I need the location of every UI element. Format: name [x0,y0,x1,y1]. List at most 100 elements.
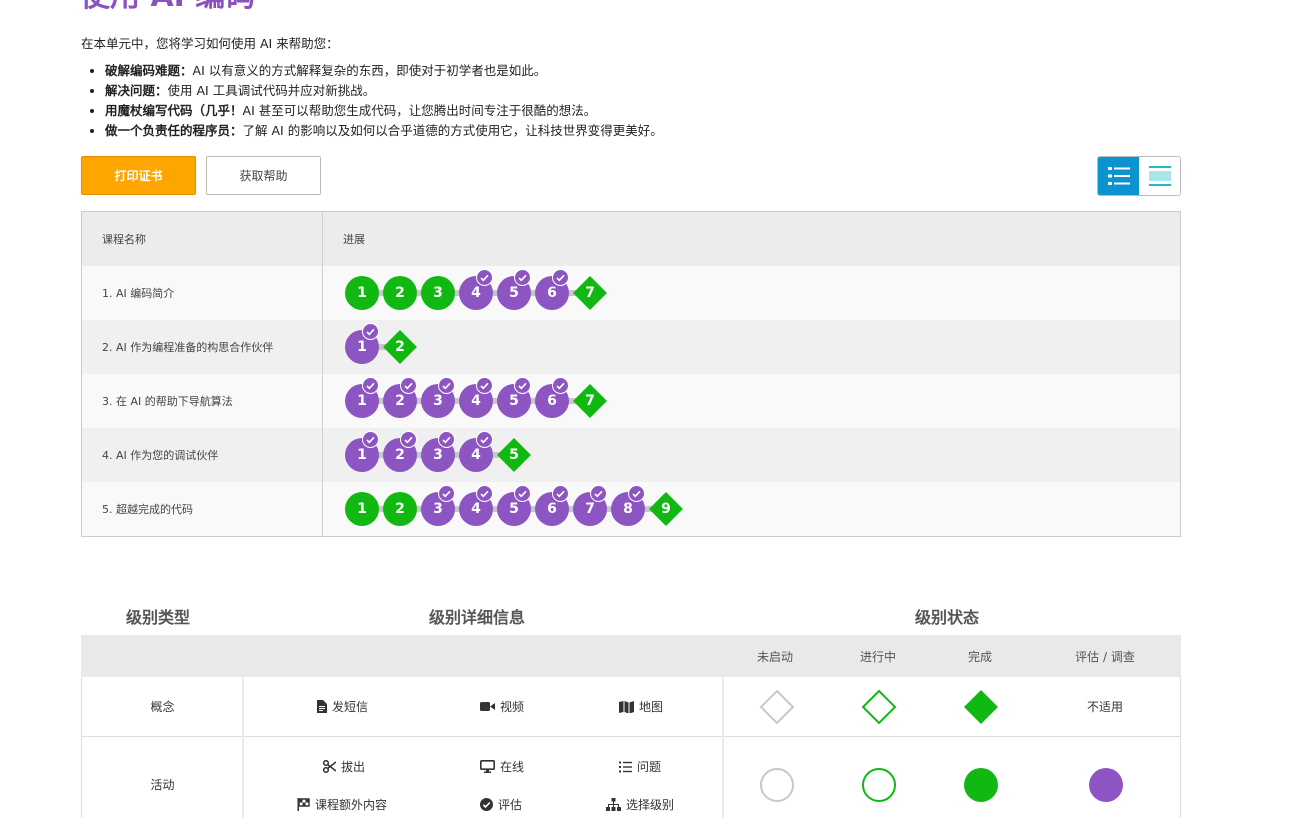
lesson-name-link[interactable]: 5. 超越完成的代码 [102,482,193,536]
level-bubbles: 1 2 3 4 5 [345,428,1145,482]
get-help-button[interactable]: 获取帮助 [206,156,321,195]
level-bubble[interactable]: 2 [383,276,417,310]
level-bubble[interactable]: 4 [459,431,493,472]
level-bubble[interactable]: 2 [383,431,417,472]
level-number: 3 [433,501,443,517]
detail-unplugged: 拔出 [323,758,365,775]
goal-item: 做一个负责任的程序员：了解 AI 的影响以及如何以合乎道德的方式使用它，让科技世… [105,121,663,141]
level-bubble[interactable]: 5 [497,269,531,310]
detail-lesson-extras: 课程额外内容 [297,796,387,813]
level-bubble[interactable]: 3 [421,431,455,472]
detail-questions: 问题 [619,758,661,775]
detail-label: 评估 [498,798,523,812]
level-bubble[interactable]: 1 [345,377,379,418]
activity-not-started-circle [760,768,794,802]
level-bubble[interactable]: 3 [421,485,455,526]
activity-in-progress-circle [862,768,896,802]
goal-title: 破解编码难题： [105,63,193,78]
checkmark-icon [438,377,455,394]
level-bubble[interactable]: 8 [611,485,645,526]
level-bubble[interactable]: 1 [345,492,379,526]
level-number: 5 [509,447,519,463]
level-number: 6 [547,501,557,517]
level-number: 6 [547,285,557,301]
level-number: 8 [623,501,633,517]
checkmark-icon [590,485,607,502]
detail-label: 课程额外内容 [315,798,388,812]
lesson-name-link[interactable]: 1. AI 编码简介 [102,266,174,320]
level-bubble[interactable]: 2 [383,492,417,526]
checkmark-icon [400,377,417,394]
level-number: 5 [509,285,519,301]
list-view-button[interactable] [1098,157,1139,195]
level-number: 2 [395,339,405,355]
level-number: 4 [471,393,481,409]
checkmark-icon [438,485,455,502]
detail-assessment: 评估 [480,796,522,813]
level-number: 2 [395,501,405,517]
level-bubble[interactable]: 2 [383,377,417,418]
level-number: 5 [509,501,519,517]
goal-text: 了解 AI 的影响以及如何以合乎道德的方式使用它，让科技世界变得更美好。 [242,123,663,138]
level-bubble[interactable]: 6 [535,377,569,418]
concept-assessment-na: 不适用 [1087,700,1124,714]
print-certificate-button[interactable]: 打印证书 [81,156,196,195]
level-bubble[interactable]: 5 [497,377,531,418]
detail-label: 地图 [639,700,664,714]
level-bubble[interactable]: 3 [421,276,455,310]
level-type-label: 概念 [150,700,175,714]
lesson-name-link[interactable]: 3. 在 AI 的帮助下导航算法 [102,374,233,428]
goal-item: 破解编码难题：AI 以有意义的方式解释复杂的东西，即使对于初学者也是如此。 [105,61,663,81]
sitemap-icon [606,798,621,811]
legend-divider [722,677,724,818]
goal-text: AI 甚至可以帮助您生成代码，让您腾出时间专注于很酷的想法。 [242,103,597,118]
status-assessment-header: 评估 / 调查 [1075,649,1135,664]
checkmark-icon [362,431,379,448]
level-bubble[interactable]: 3 [421,377,455,418]
lesson-name-link[interactable]: 4. AI 作为您的调试伙伴 [102,428,218,482]
level-number: 1 [357,447,367,463]
level-number: 2 [395,393,405,409]
level-bubbles: 1 2 3 4 5 6 7 8 9 [345,482,1145,536]
lesson-name-link[interactable]: 2. AI 作为编程准备的构思合作伙伴 [102,320,273,374]
level-number: 7 [585,393,595,409]
checkmark-icon [476,485,493,502]
level-legend-table: 未启动 进行中 完成 评估 / 调查 概念 发短信 视频 地图 不适用 活动 拔… [81,635,1181,818]
unit-intro: 在本单元中，您将学习如何使用 AI 来帮助您： [81,36,339,51]
checkmark-icon [552,269,569,286]
status-complete-header: 完成 [967,649,992,664]
level-bubble[interactable]: 4 [459,485,493,526]
list-icon [619,761,632,772]
detail-label: 在线 [500,760,525,774]
level-number: 1 [357,393,367,409]
legend-heading-details: 级别详细信息 [429,608,526,627]
lesson-row: 1. AI 编码简介 1 2 3 4 5 6 7 [82,266,1180,320]
level-bubble[interactable]: 6 [535,485,569,526]
legend-header-row: 未启动 进行中 完成 评估 / 调查 [81,635,1181,677]
level-bubble[interactable]: 6 [535,269,569,310]
level-bubbles: 1 2 3 4 5 6 7 [345,374,1145,428]
detail-online: 在线 [480,758,524,775]
video-icon [480,702,495,711]
legend-row-activity: 活动 拔出 在线 问题 课程额外内容 评估 选择级别 [81,736,1181,818]
level-bubble[interactable]: 4 [459,269,493,310]
level-bubble[interactable]: 1 [345,323,379,364]
level-bubble[interactable]: 4 [459,377,493,418]
checkmark-icon [438,431,455,448]
detail-text: 发短信 [317,698,368,715]
level-number: 2 [395,447,405,463]
detail-label: 发短信 [332,700,369,714]
level-number: 5 [509,393,519,409]
level-bubble[interactable]: 5 [497,485,531,526]
detail-choice-level: 选择级别 [606,796,674,813]
level-bubbles: 1 2 3 4 5 6 7 [345,266,1145,320]
checkmark-icon [552,485,569,502]
column-divider [322,212,323,536]
level-number: 3 [433,393,443,409]
list-view-icon [1107,167,1130,185]
level-bubble[interactable]: 1 [345,431,379,472]
level-bubble[interactable]: 1 [345,276,379,310]
level-number: 3 [433,447,443,463]
level-bubble[interactable]: 7 [573,485,607,526]
summary-view-button[interactable] [1139,157,1180,195]
